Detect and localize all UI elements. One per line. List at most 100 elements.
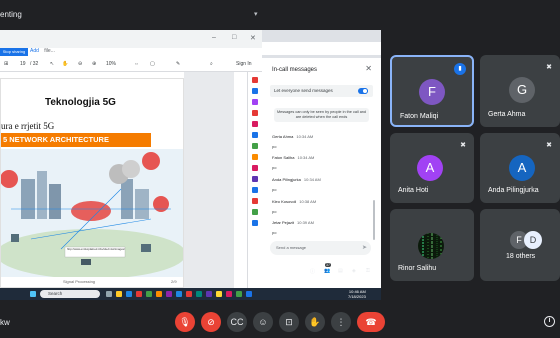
mic-off-icon: ✖ (460, 142, 466, 149)
stop-sharing-button[interactable]: Stop sharing (0, 48, 28, 56)
tool-icon[interactable] (252, 220, 258, 226)
pdf-canvas-bg (184, 72, 234, 288)
tool-icon[interactable] (252, 165, 258, 171)
tool-icon[interactable] (252, 209, 258, 215)
chat-icon[interactable]: ▤ (338, 268, 343, 274)
more-options-button[interactable]: ⋮ (331, 312, 351, 332)
hand-icon[interactable]: ✋ (62, 61, 68, 67)
comment-icon[interactable]: ▢ (150, 61, 155, 67)
chat-scrollbar[interactable] (373, 200, 375, 240)
taskbar-app-icon[interactable] (156, 291, 162, 297)
participant-tile[interactable]: Rinor Salihu (390, 209, 474, 281)
taskbar-app-icon[interactable] (106, 291, 112, 297)
info-icon[interactable]: ⓘ (310, 268, 315, 275)
sign-in-link[interactable]: Sign In (236, 61, 252, 67)
message-text: po (272, 187, 277, 192)
send-message-input[interactable]: Send a message ➤ (270, 241, 371, 255)
tool-icon[interactable] (252, 132, 258, 138)
taskbar-search[interactable]: Search (40, 290, 100, 298)
close-icon[interactable]: ✕ (250, 34, 256, 42)
present-button[interactable]: ⊡ (279, 312, 299, 332)
message-time: 10:34 AM (303, 177, 321, 182)
camera-off-button[interactable]: ⊘ (201, 312, 221, 332)
avatar: D (524, 231, 542, 249)
taskbar-app-icon[interactable] (176, 291, 182, 297)
windows-taskbar: Search 10:46 AM 7/18/2023 (0, 288, 381, 300)
tool-icon[interactable] (252, 176, 258, 182)
search-icon[interactable]: ⌕ (210, 61, 213, 67)
tool-icon[interactable] (252, 88, 258, 94)
slide-link: http://www.emfexplained.info/site/misc/i… (67, 248, 125, 251)
chat-message: Anda Pilingjurka 10:34 AM po (272, 177, 321, 192)
lock-icon[interactable]: ⚿ (366, 268, 370, 274)
zoom-level[interactable]: 10% (106, 61, 116, 67)
taskbar-app-icon[interactable] (116, 291, 122, 297)
message-time: 10:34 AM (297, 155, 315, 160)
windows-start-icon[interactable] (30, 291, 36, 297)
taskbar-app-icon[interactable] (206, 291, 212, 297)
message-sender: Kleo Kosovoli (272, 199, 297, 204)
participant-tile[interactable]: ✖ A Anda Pilingjurka (480, 133, 560, 203)
pen-icon[interactable]: ✎ (176, 61, 180, 67)
zoom-in-icon[interactable]: ⊕ (92, 61, 96, 67)
taskbar-app-icon[interactable] (236, 291, 242, 297)
avatar-image (418, 233, 444, 259)
taskbar-app-icon[interactable] (226, 291, 232, 297)
message-text: po (272, 230, 277, 235)
maximize-icon[interactable]: □ (232, 34, 236, 41)
close-icon[interactable]: ✕ (365, 64, 372, 73)
captions-button[interactable]: CC (227, 312, 247, 332)
message-text: po (272, 209, 277, 214)
message-sender: Faton Saliha (272, 155, 295, 160)
allow-messages-toggle[interactable] (358, 88, 368, 94)
taskbar-app-icon[interactable] (246, 291, 252, 297)
tool-icon[interactable] (252, 121, 258, 127)
participant-name: Gerta Ahma (488, 111, 526, 118)
message-sender: Gerta Ahma (272, 134, 294, 139)
participant-tile[interactable]: ✖ G Gerta Ahma (480, 55, 560, 127)
leave-call-button[interactable]: ☎ (357, 312, 385, 332)
tool-icon[interactable] (252, 198, 258, 204)
people-icon[interactable]: 👥 (324, 268, 330, 274)
shapes-icon[interactable]: ◈ (352, 268, 356, 274)
chevron-down-icon[interactable]: ▾ (254, 10, 258, 18)
tool-icon[interactable] (252, 110, 258, 116)
fit-icon[interactable]: ⇔ (134, 61, 139, 67)
taskbar-app-icon[interactable] (146, 291, 152, 297)
mic-off-icon: ✖ (546, 64, 552, 71)
send-icon[interactable]: ➤ (362, 241, 367, 255)
allow-messages-label: Let everyone send messages (274, 88, 333, 93)
taskbar-app-icon[interactable] (166, 291, 172, 297)
tool-icon[interactable] (252, 143, 258, 149)
tool-icon[interactable] (252, 187, 258, 193)
taskbar-app-icon[interactable] (186, 291, 192, 297)
avatar: G (509, 77, 535, 103)
clock-date: 7/18/2023 (348, 294, 366, 299)
pdf-tab[interactable]: Add file... (30, 48, 55, 54)
grid-icon[interactable]: ⊞ (4, 61, 8, 67)
cursor-icon[interactable]: ↖ (50, 61, 54, 67)
taskbar-app-icon[interactable] (126, 291, 132, 297)
meeting-info-icon[interactable]: i (544, 316, 555, 327)
tool-icon[interactable] (252, 154, 258, 160)
chat-message: Faton Saliha 10:34 AM po (272, 155, 314, 170)
emoji-button[interactable]: ☺ (253, 312, 273, 332)
participant-tile[interactable]: ✖ A Anita Hoti (390, 133, 474, 203)
tool-icon[interactable] (252, 99, 258, 105)
page-current[interactable]: 19 (20, 61, 26, 67)
participant-name: Faton Maliqi (400, 113, 439, 120)
tool-icon[interactable] (252, 77, 258, 83)
taskbar-app-icon[interactable] (216, 291, 222, 297)
browser-address-bar[interactable] (262, 42, 381, 55)
taskbar-app-icon[interactable] (196, 291, 202, 297)
minimize-icon[interactable]: – (212, 34, 216, 41)
meeting-code: kw (0, 318, 10, 327)
others-tile[interactable]: F D 18 others (480, 209, 560, 281)
taskbar-clock[interactable]: 10:46 AM 7/18/2023 (348, 289, 366, 299)
participant-tile[interactable]: ▮ F Faton Maliqi (390, 55, 474, 127)
raise-hand-button[interactable]: ✋ (305, 312, 325, 332)
mic-off-button[interactable]: 🎙 (175, 312, 195, 332)
zoom-out-icon[interactable]: ⊖ (78, 61, 82, 67)
taskbar-app-icon[interactable] (136, 291, 142, 297)
avatar: A (417, 155, 443, 181)
